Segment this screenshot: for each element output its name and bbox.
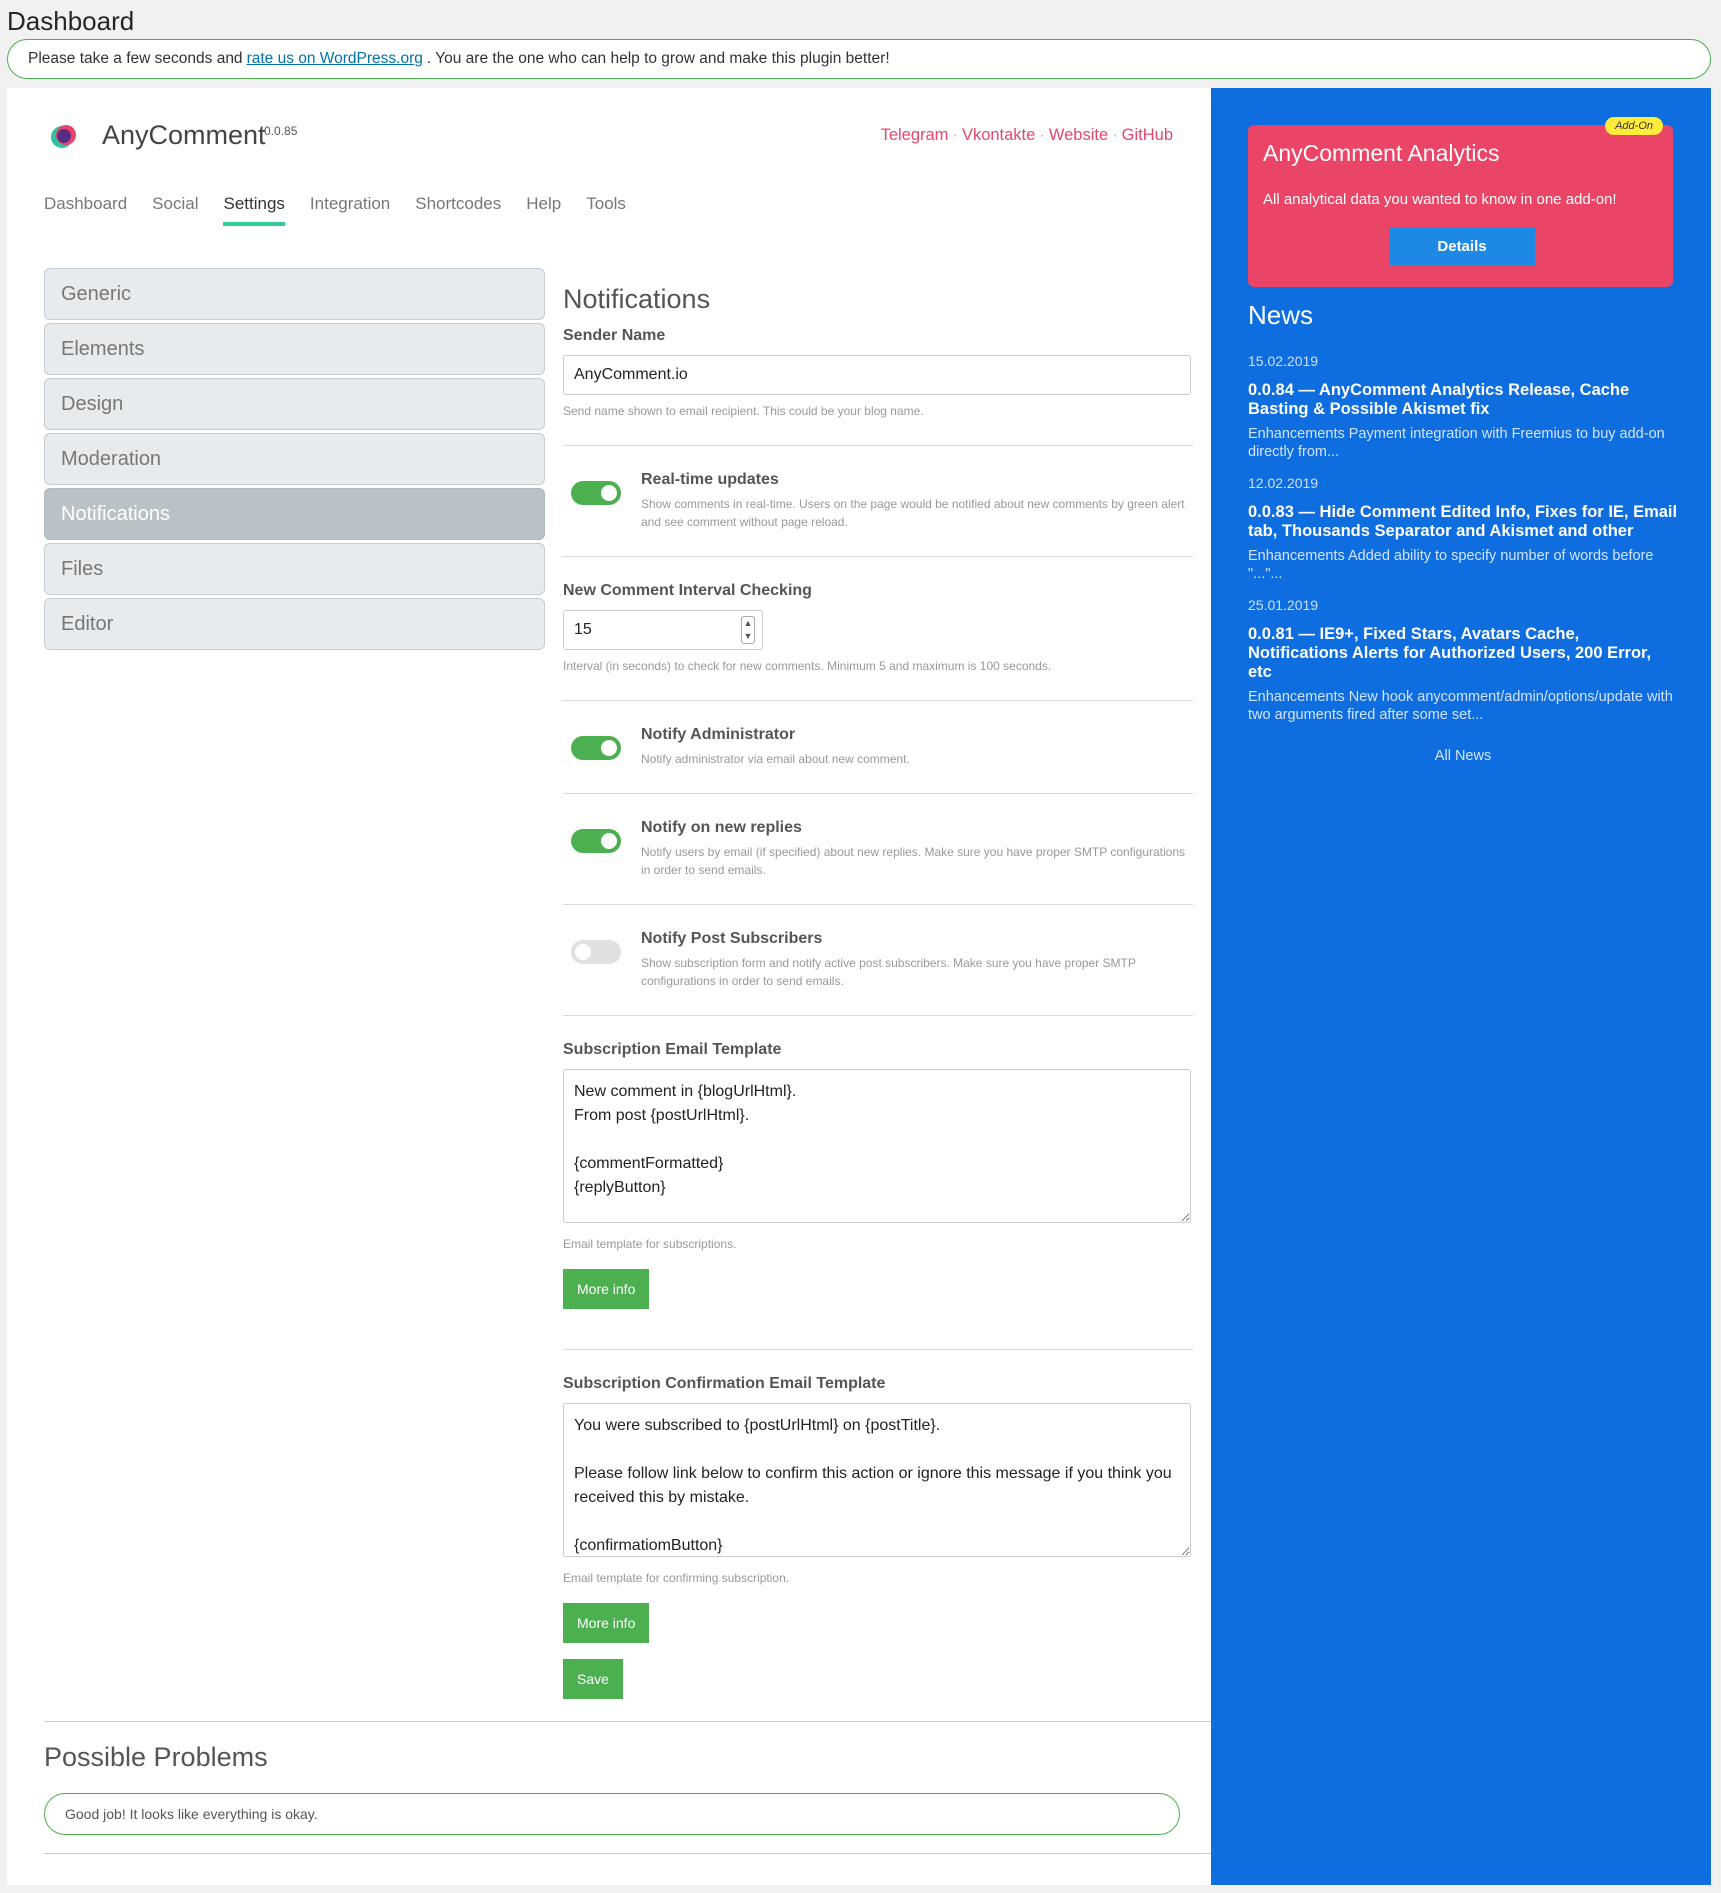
settings-menu: Generic Elements Design Moderation Notif… [44,268,545,653]
addon-details-button[interactable]: Details [1389,227,1535,265]
divider [563,793,1193,794]
menu-item-files[interactable]: Files [44,543,545,595]
realtime-row: Real-time updates Show comments in real-… [563,471,1193,531]
tab-integration[interactable]: Integration [310,194,390,226]
interval-hint: Interval (in seconds) to check for new c… [563,659,1052,673]
news-item-title[interactable]: 0.0.81 — IE9+, Fixed Stars, Avatars Cach… [1248,625,1678,682]
all-news-link[interactable]: All News [1248,748,1678,764]
news-item-desc: Enhancements New hook anycomment/admin/o… [1248,689,1673,723]
notify-subscribers-title: Notify Post Subscribers [641,930,823,947]
tab-social[interactable]: Social [152,194,198,226]
news-date: 25.01.2019 [1248,597,1319,613]
github-link[interactable]: GitHub [1122,126,1173,144]
news-item-desc: Enhancements Added ability to specify nu… [1248,548,1654,582]
notify-admin-title: Notify Administrator [641,726,796,743]
news-list: News 15.02.2019 0.0.84 — AnyComment Anal… [1248,300,1678,764]
telegram-link[interactable]: Telegram [881,126,949,144]
menu-item-notifications[interactable]: Notifications [44,488,545,540]
divider [563,904,1193,905]
problems-status-box: Good job! It looks like everything is ok… [44,1793,1180,1835]
notify-replies-toggle[interactable] [571,829,621,853]
problems-title: Possible Problems [44,1742,268,1772]
news-date: 12.02.2019 [1248,475,1319,491]
menu-item-moderation[interactable]: Moderation [44,433,545,485]
divider [563,556,1193,557]
news-item: 15.02.2019 0.0.84 — AnyComment Analytics… [1248,353,1678,461]
rate-link[interactable]: rate us on WordPress.org [247,50,423,68]
sub-template-textarea[interactable]: New comment in {blogUrlHtml}. From post … [563,1069,1191,1223]
problems-message: Good job! It looks like everything is ok… [65,1806,318,1822]
sender-name-input[interactable] [563,355,1191,395]
menu-item-editor[interactable]: Editor [44,598,545,650]
rate-notice: Please take a few seconds and rate us on… [7,39,1711,79]
menu-item-design[interactable]: Design [44,378,545,430]
confirm-template-more-info-button[interactable]: More info [563,1603,650,1643]
tab-tools[interactable]: Tools [586,194,626,226]
news-item-title[interactable]: 0.0.84 — AnyComment Analytics Release, C… [1248,381,1678,419]
tab-settings[interactable]: Settings [223,194,286,226]
sub-template-label: Subscription Email Template [563,1041,782,1058]
confirm-template-hint: Email template for confirming subscripti… [563,1571,790,1585]
vkontakte-link[interactable]: Vkontakte [962,126,1035,144]
news-date: 15.02.2019 [1248,353,1319,369]
divider [44,1721,1211,1722]
news-item-desc: Enhancements Payment integration with Fr… [1248,426,1665,460]
tab-help[interactable]: Help [526,194,561,226]
realtime-title: Real-time updates [641,471,779,488]
notify-subscribers-desc: Show subscription form and notify active… [641,956,1136,988]
notify-replies-desc: Notify users by email (if specified) abo… [641,845,1186,877]
notify-admin-toggle[interactable] [571,736,621,760]
external-links: Telegram · Vkontakte · Website · GitHub [880,126,1173,144]
sender-name-hint: Send name shown to email recipient. This… [563,404,924,418]
divider [563,1015,1193,1016]
notify-replies-row: Notify on new replies Notify users by em… [563,819,1193,879]
page-title: Dashboard [7,6,135,36]
anycomment-logo-icon [51,125,76,148]
interval-stepper: ▲▼ [563,610,763,650]
news-item: 12.02.2019 0.0.83 — Hide Comment Edited … [1248,475,1678,583]
confirm-template-label: Subscription Confirmation Email Template [563,1375,886,1392]
sender-name-label: Sender Name [563,327,666,344]
notify-admin-desc: Notify administrator via email about new… [641,752,910,766]
divider [563,1349,1193,1350]
news-sidebar: Add-On AnyComment Analytics All analytic… [1211,88,1711,1885]
divider [563,445,1193,446]
brand-name: AnyComment [102,120,266,150]
addon-title: AnyComment Analytics [1263,140,1500,166]
addon-desc: All analytical data you wanted to know i… [1263,191,1617,208]
sub-template-hint: Email template for subscriptions. [563,1237,737,1251]
divider [44,1853,1211,1854]
tab-dashboard[interactable]: Dashboard [44,194,127,226]
menu-item-generic[interactable]: Generic [44,268,545,320]
news-item: 25.01.2019 0.0.81 — IE9+, Fixed Stars, A… [1248,597,1678,724]
section-title: Notifications [563,284,711,314]
realtime-toggle[interactable] [571,481,621,505]
notice-text-after: . You are the one who can help to grow a… [426,50,890,67]
save-button[interactable]: Save [563,1659,623,1699]
spin-buttons-icon[interactable]: ▲ ▼ [741,616,755,644]
interval-input[interactable] [563,610,763,650]
news-title: News [1248,300,1314,330]
menu-item-elements[interactable]: Elements [44,323,545,375]
notice-text-before: Please take a few seconds and [28,50,243,67]
notifications-form: Notifications Sender Name Send name show… [563,284,1193,1699]
notify-subscribers-row: Notify Post Subscribers Show subscriptio… [563,930,1193,990]
notify-subscribers-toggle[interactable] [571,940,621,964]
possible-problems: Possible Problems Good job! It looks lik… [44,1721,1211,1854]
notify-replies-title: Notify on new replies [641,819,802,836]
sub-template-more-info-button[interactable]: More info [563,1269,650,1309]
main-panel: AnyComment 0.0.85 Telegram · Vkontakte · Web… [7,88,1211,1885]
main-tabs: Dashboard Social Settings Integration Sh… [44,194,651,226]
confirm-template-textarea[interactable]: You were subscribed to {postUrlHtml} on … [563,1403,1191,1557]
addon-badge: Add-On [1605,117,1663,135]
realtime-desc: Show comments in real-time. Users on the… [641,497,1185,529]
notify-admin-row: Notify Administrator Notify administrato… [563,726,1193,768]
tab-shortcodes[interactable]: Shortcodes [415,194,501,226]
interval-label: New Comment Interval Checking [563,582,812,599]
addon-promo: Add-On AnyComment Analytics All analytic… [1248,117,1673,287]
divider [563,700,1193,701]
news-item-title[interactable]: 0.0.83 — Hide Comment Edited Info, Fixes… [1248,503,1678,541]
version-label: 0.0.85 [264,124,298,138]
website-link[interactable]: Website [1049,126,1108,144]
